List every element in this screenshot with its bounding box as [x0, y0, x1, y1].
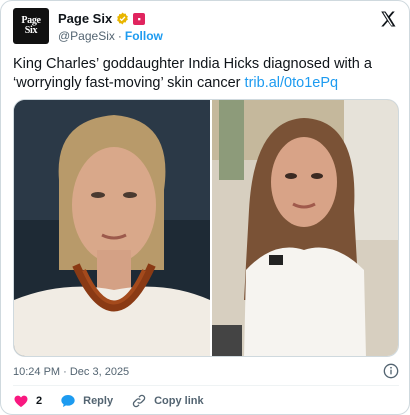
copy-link-label: Copy link: [154, 395, 204, 407]
like-count: 2: [36, 395, 43, 407]
avatar-text-line2: Six: [24, 25, 38, 36]
action-bar: 2 Reply Copy link: [13, 393, 218, 409]
tweet-card[interactable]: Page Six Page Six ▪ @PageSix · Follow Ki…: [0, 0, 410, 415]
reply-button[interactable]: Reply: [60, 393, 113, 409]
divider: [13, 385, 399, 386]
avatar[interactable]: Page Six: [13, 8, 49, 44]
separator: ·: [117, 29, 122, 43]
tweet-text: King Charles’ goddaughter India Hicks di…: [13, 55, 399, 93]
notification-icon: ▪: [133, 12, 146, 25]
info-icon[interactable]: [383, 363, 399, 379]
reply-icon: [61, 395, 75, 407]
media-image[interactable]: [14, 100, 399, 357]
tweet-media[interactable]: [13, 99, 399, 357]
reply-label: Reply: [83, 395, 114, 407]
link-icon: [132, 394, 146, 408]
heart-icon: [14, 395, 28, 407]
tweet-header: Page Six Page Six ▪ @PageSix · Follow: [13, 8, 399, 48]
name-row: Page Six ▪: [58, 11, 146, 26]
tweet-timestamp[interactable]: 10:24 PM · Dec 3, 2025: [13, 366, 129, 378]
x-logo-icon[interactable]: [379, 10, 397, 28]
verified-badge-icon: [117, 12, 129, 25]
like-button[interactable]: 2: [13, 393, 42, 409]
follow-button[interactable]: Follow: [125, 29, 163, 43]
copy-link-button[interactable]: Copy link: [131, 393, 204, 409]
tweet-link[interactable]: trib.al/0to1ePq: [245, 75, 339, 91]
account-name[interactable]: Page Six: [58, 11, 112, 26]
account-handle[interactable]: @PageSix: [58, 29, 115, 43]
handle-row: @PageSix · Follow: [58, 29, 163, 43]
